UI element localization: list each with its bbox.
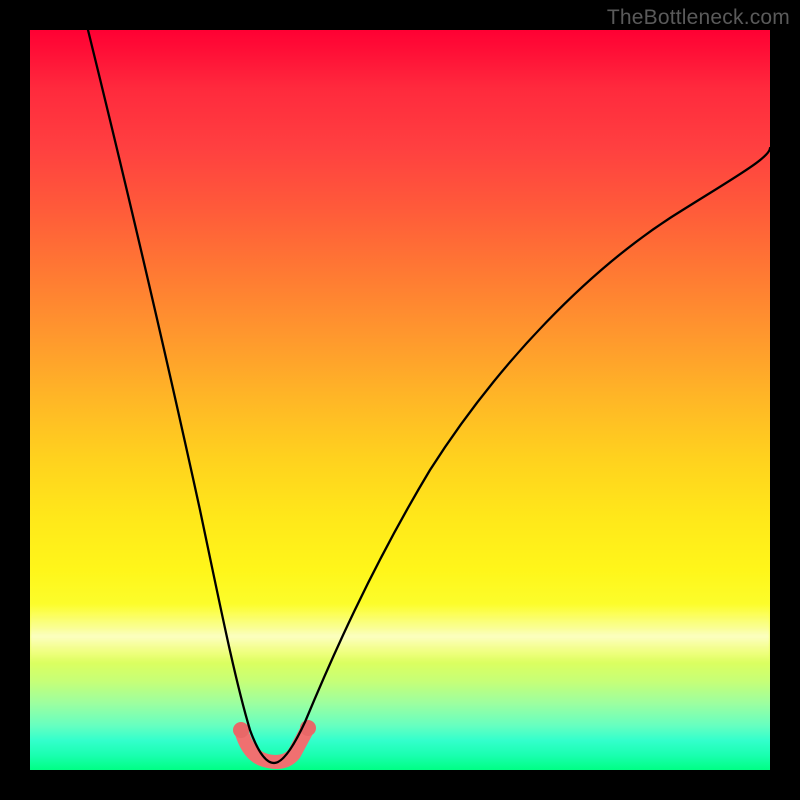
curve-layer	[30, 30, 770, 770]
curve-right-branch	[274, 148, 770, 763]
plot-area	[30, 30, 770, 770]
minimum-highlight-dot-left	[233, 722, 249, 738]
chart-stage: TheBottleneck.com	[0, 0, 800, 800]
attribution-label: TheBottleneck.com	[607, 6, 790, 30]
curve-left-branch	[88, 30, 274, 763]
